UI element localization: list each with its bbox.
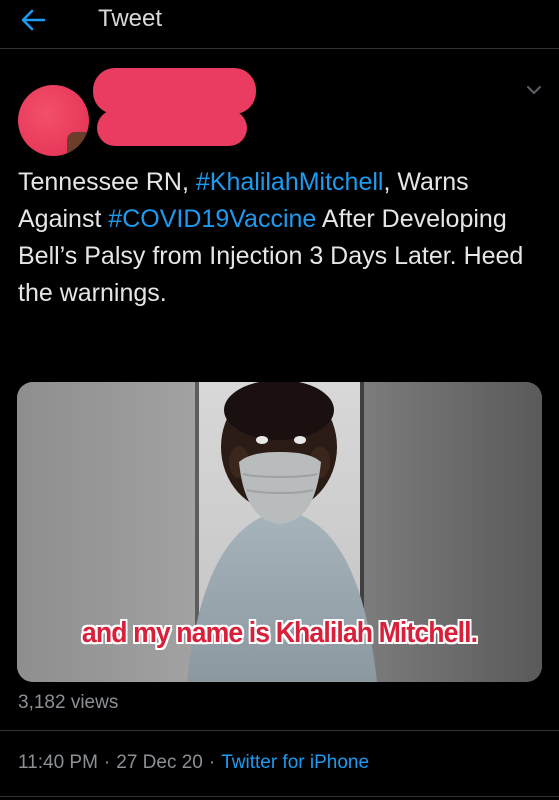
top-bar: Tweet (0, 0, 559, 49)
more-options-button[interactable] (522, 80, 546, 100)
divider (0, 730, 559, 731)
page-title: Tweet (98, 5, 163, 32)
hashtag-link[interactable]: #COVID19Vaccine (108, 205, 316, 233)
arrow-left-icon (21, 9, 46, 31)
chevron-down-icon (527, 86, 541, 94)
author-name-redacted[interactable] (93, 68, 256, 114)
back-button[interactable] (18, 6, 58, 34)
tweet-date: 27 Dec 20 (116, 752, 203, 773)
view-count: 3,182 views (18, 692, 119, 713)
avatar-shade (67, 132, 89, 156)
author-handle-redacted[interactable] (97, 110, 247, 146)
tweet-text: Tennessee RN, #KhalilahMitchell, Warns A… (18, 164, 543, 312)
hashtag-link[interactable]: #KhalilahMitchell (196, 168, 384, 196)
tweet-meta: 11:40 PM · 27 Dec 20 · Twitter for iPhone (18, 752, 369, 774)
separator: · (103, 752, 111, 773)
video-thumbnail[interactable]: and my name is Khalilah Mitchell. (17, 382, 542, 682)
tweet-source-link[interactable]: Twitter for iPhone (221, 752, 369, 773)
separator: · (208, 752, 216, 773)
tweet-time: 11:40 PM (18, 752, 98, 773)
video-caption: and my name is Khalilah Mitchell. (81, 617, 478, 649)
divider (0, 796, 559, 797)
tweet-text-part: Tennessee RN, (18, 168, 196, 196)
avatar[interactable] (18, 85, 89, 156)
